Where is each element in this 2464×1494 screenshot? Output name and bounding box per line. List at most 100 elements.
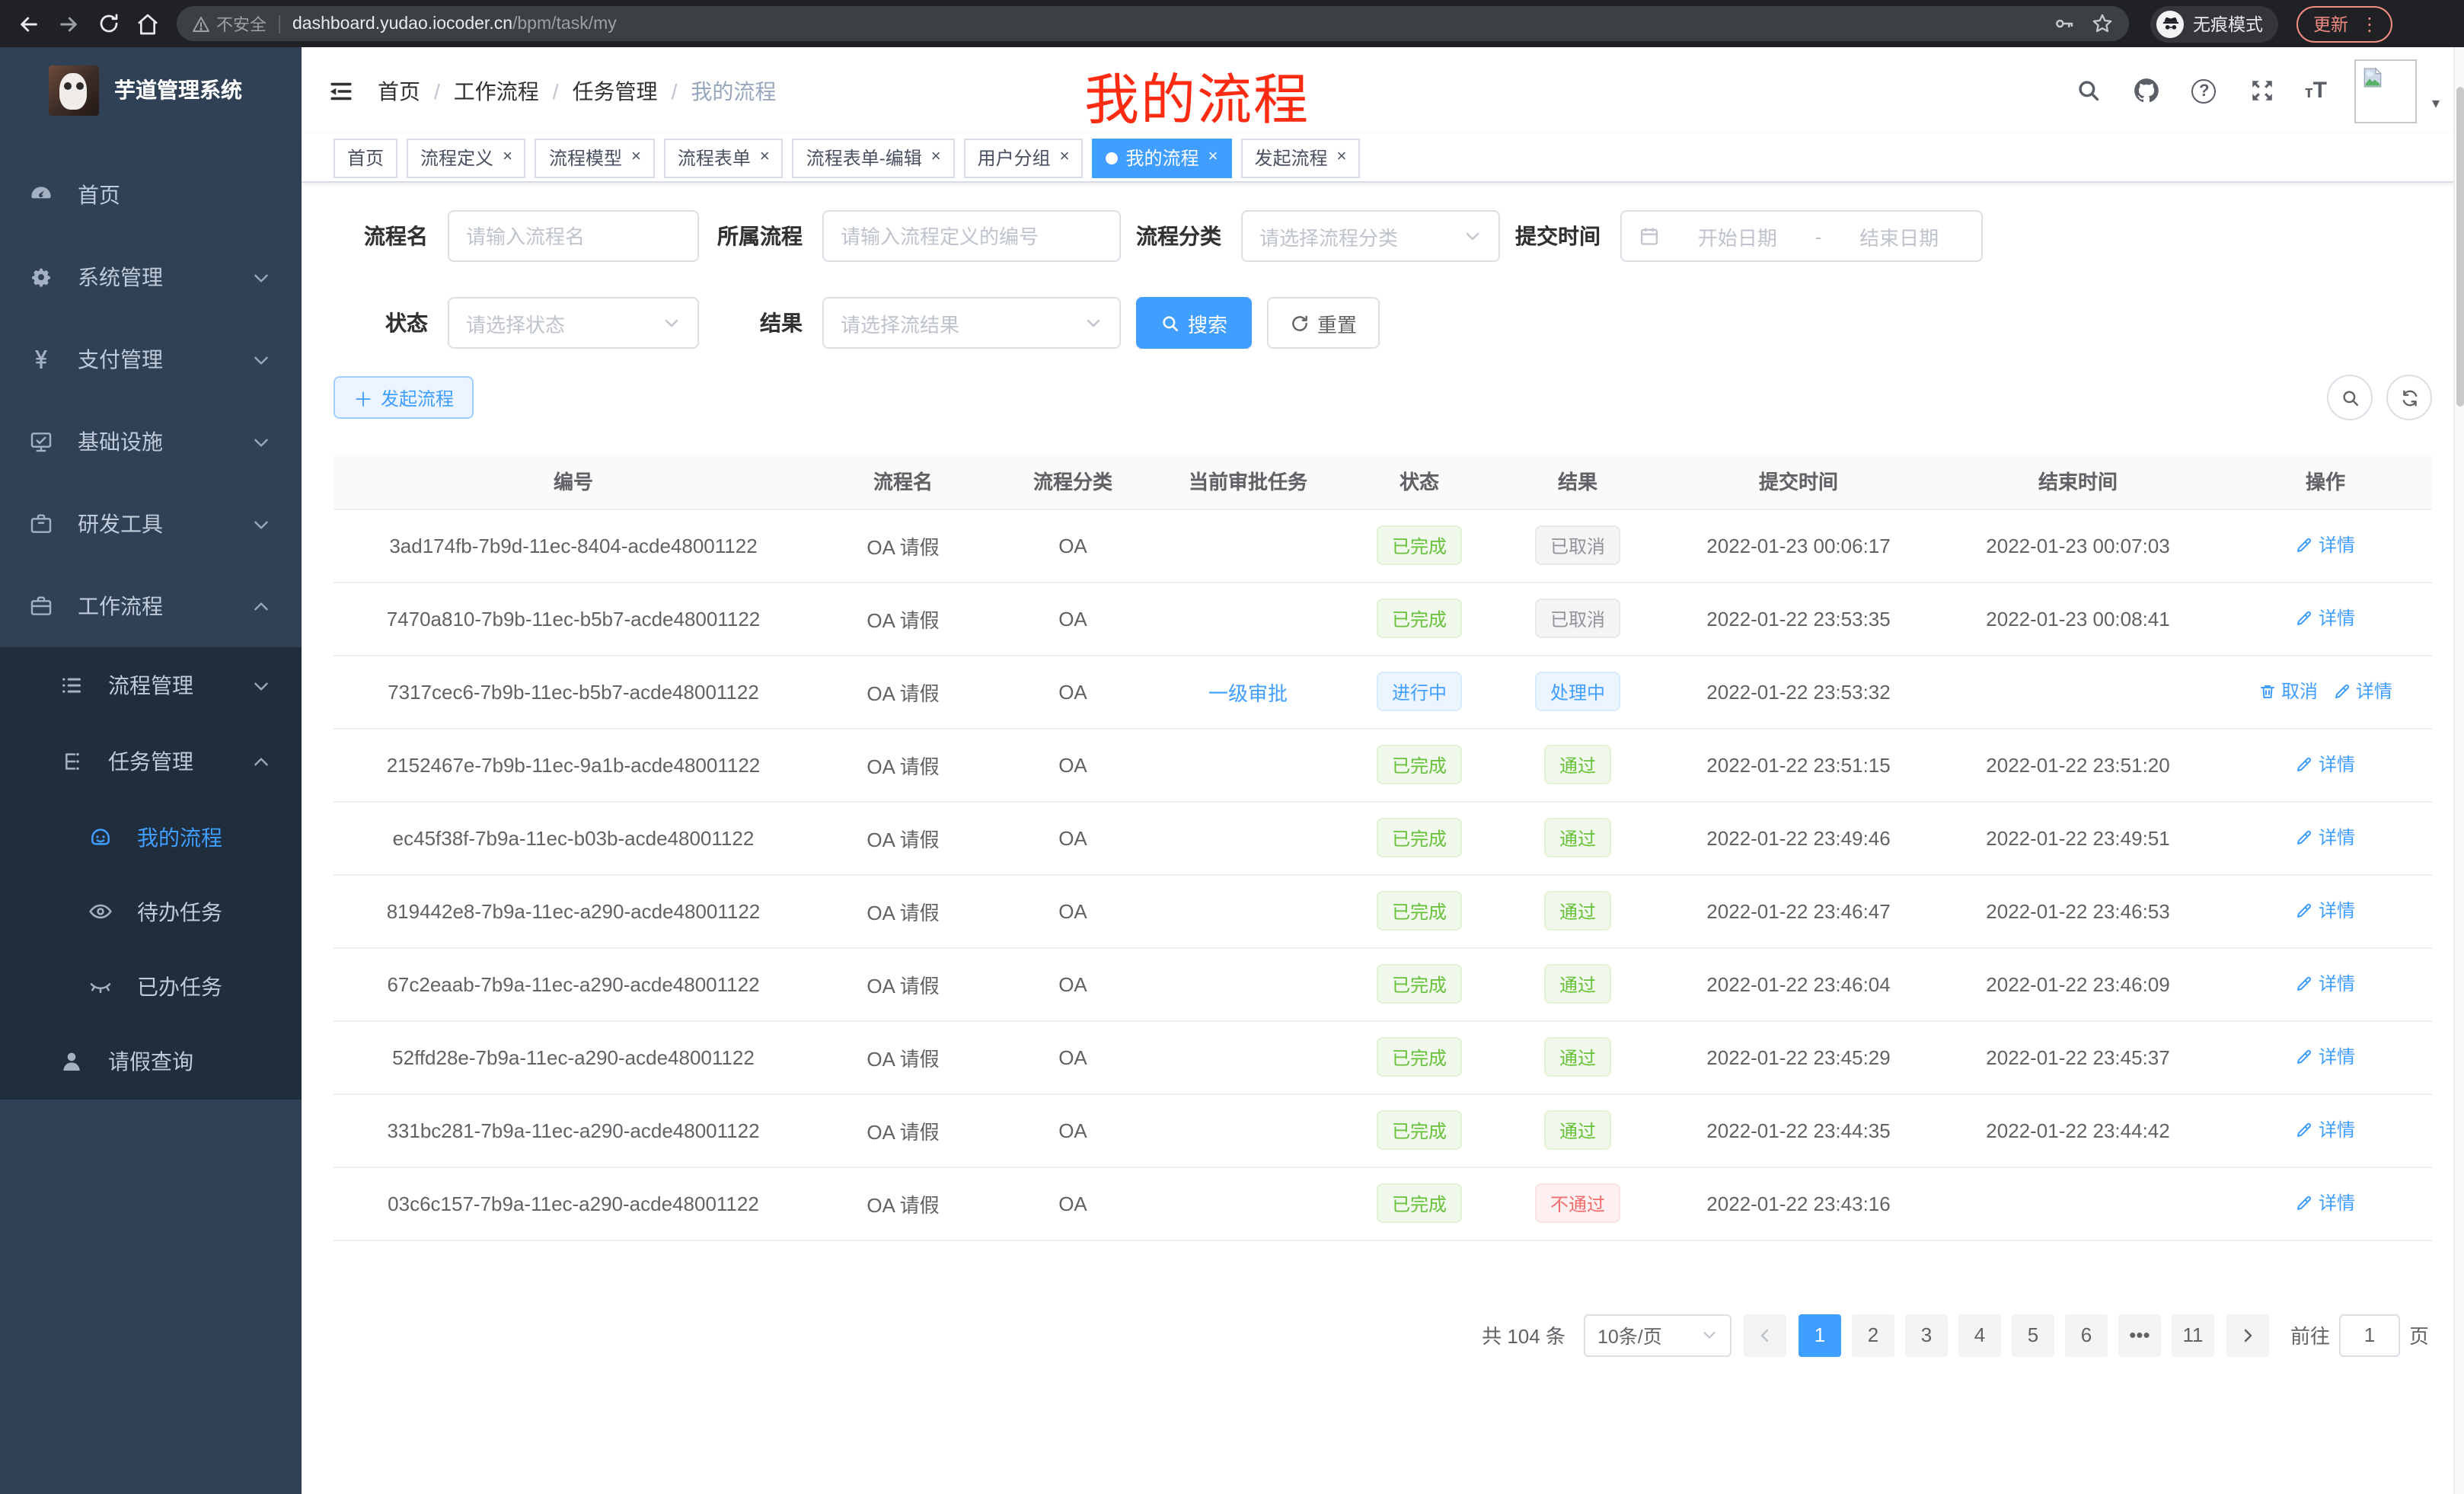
- detail-link[interactable]: 详情: [2296, 825, 2355, 851]
- page-button-3[interactable]: 3: [1905, 1314, 1948, 1356]
- github-icon[interactable]: [2131, 75, 2162, 106]
- cancel-link[interactable]: 取消: [2258, 678, 2318, 704]
- sidebar-item-11[interactable]: 已办任务: [0, 949, 302, 1023]
- page-button-11[interactable]: 11: [2172, 1314, 2214, 1356]
- tab-流程模型[interactable]: 流程模型×: [535, 138, 655, 177]
- filter-time-label: 提交时间: [1500, 221, 1601, 251]
- hamburger-icon[interactable]: [326, 75, 356, 106]
- page-size-select[interactable]: 10条/页: [1584, 1314, 1732, 1356]
- detail-link[interactable]: 详情: [2333, 678, 2392, 704]
- key-icon[interactable]: [2053, 12, 2076, 35]
- create-process-button[interactable]: ＋ 发起流程: [334, 376, 474, 419]
- update-button[interactable]: 更新 ⋮: [2296, 5, 2392, 42]
- not-secure-badge[interactable]: 不安全: [192, 11, 267, 36]
- home-icon[interactable]: [131, 7, 164, 40]
- tab-流程定义[interactable]: 流程定义×: [407, 138, 526, 177]
- tab-流程表单[interactable]: 流程表单×: [664, 138, 784, 177]
- submit-time-range[interactable]: 开始日期 - 结束日期: [1620, 210, 1983, 262]
- browser-menu-icon[interactable]: ⋮: [2360, 13, 2379, 34]
- sidebar-item-label: 系统管理: [78, 262, 251, 292]
- scrollbar-thumb[interactable]: [2456, 87, 2464, 407]
- cell-task: [1153, 582, 1343, 655]
- tab-发起流程[interactable]: 发起流程×: [1240, 138, 1360, 177]
- address-bar[interactable]: 不安全 dashboard.yudao.iocoder.cn/bpm/task/…: [177, 6, 2129, 41]
- sidebar-item-7[interactable]: 流程管理: [0, 647, 302, 723]
- forward-icon[interactable]: [52, 7, 85, 40]
- chevron-down-icon: [251, 675, 271, 695]
- sidebar-item-1[interactable]: 首页: [0, 154, 302, 236]
- close-icon[interactable]: ×: [1208, 149, 1218, 166]
- detail-link[interactable]: 详情: [2296, 1117, 2355, 1143]
- category-select[interactable]: 请选择流程分类: [1241, 210, 1500, 262]
- close-icon[interactable]: ×: [631, 149, 641, 166]
- status-select[interactable]: 请选择状态: [448, 297, 699, 349]
- process-id-input[interactable]: [822, 210, 1121, 262]
- sidebar-item-label: 我的流程: [137, 822, 302, 852]
- font-size-icon[interactable]: тT: [2305, 78, 2327, 104]
- avatar-caret-icon[interactable]: ▾: [2432, 96, 2440, 113]
- sidebar-item-8[interactable]: 任务管理: [0, 723, 302, 800]
- hide-search-button[interactable]: [2327, 375, 2373, 420]
- reset-button[interactable]: 重置: [1267, 297, 1380, 349]
- sidebar-item-10[interactable]: 待办任务: [0, 874, 302, 949]
- breadcrumb-item[interactable]: 工作流程: [454, 75, 539, 106]
- sidebar-item-4[interactable]: 基础设施: [0, 401, 302, 483]
- tab-用户分组[interactable]: 用户分组×: [964, 138, 1084, 177]
- table-row: 7470a810-7b9b-11ec-b5b7-acde48001122OA 请…: [334, 582, 2432, 655]
- cell-name: OA 请假: [813, 947, 993, 1020]
- page-button-5[interactable]: 5: [2012, 1314, 2054, 1356]
- search-button[interactable]: 搜索: [1136, 297, 1252, 349]
- close-icon[interactable]: ×: [503, 149, 512, 166]
- eye-closed-icon: [88, 974, 113, 998]
- url-text[interactable]: dashboard.yudao.iocoder.cn/bpm/task/my: [292, 14, 617, 33]
- detail-link[interactable]: 详情: [2296, 532, 2355, 558]
- close-icon[interactable]: ×: [931, 149, 941, 166]
- more-pages-button[interactable]: •••: [2118, 1314, 2161, 1356]
- sidebar-item-12[interactable]: 请假查询: [0, 1023, 302, 1100]
- close-icon[interactable]: ×: [760, 149, 770, 166]
- page-button-6[interactable]: 6: [2065, 1314, 2108, 1356]
- breadcrumb: 首页/工作流程/任务管理/我的流程: [378, 75, 776, 106]
- breadcrumb-item[interactable]: 任务管理: [573, 75, 658, 106]
- detail-link[interactable]: 详情: [2296, 752, 2355, 777]
- help-icon[interactable]: ?: [2189, 75, 2220, 106]
- sidebar-item-5[interactable]: 研发工具: [0, 483, 302, 565]
- tab-首页[interactable]: 首页: [334, 138, 397, 177]
- reload-icon[interactable]: [91, 7, 125, 40]
- page-button-2[interactable]: 2: [1852, 1314, 1894, 1356]
- fullscreen-icon[interactable]: [2247, 75, 2277, 106]
- sidebar-item-6[interactable]: 工作流程: [0, 565, 302, 647]
- back-icon[interactable]: [12, 7, 46, 40]
- close-icon[interactable]: ×: [1060, 149, 1070, 166]
- process-name-input[interactable]: [448, 210, 699, 262]
- result-select[interactable]: 请选择流结果: [822, 297, 1121, 349]
- task-link[interactable]: 一级审批: [1208, 677, 1288, 706]
- prev-page-button[interactable]: [1744, 1314, 1786, 1356]
- page-button-1[interactable]: 1: [1799, 1314, 1841, 1356]
- edit-icon: [2296, 1194, 2314, 1212]
- breadcrumb-item[interactable]: 首页: [378, 75, 420, 106]
- tab-流程表单-编辑[interactable]: 流程表单-编辑×: [793, 138, 955, 177]
- detail-link[interactable]: 详情: [2296, 898, 2355, 924]
- address-separator: [279, 14, 280, 33]
- header-search-icon[interactable]: [2073, 75, 2104, 106]
- sidebar-item-9[interactable]: 我的流程: [0, 800, 302, 874]
- window-scrollbar[interactable]: [2453, 47, 2464, 1494]
- detail-link[interactable]: 详情: [2296, 1044, 2355, 1070]
- refresh-table-button[interactable]: [2386, 375, 2432, 420]
- detail-link[interactable]: 详情: [2296, 1190, 2355, 1216]
- sidebar-item-3[interactable]: 支付管理: [0, 318, 302, 401]
- cell-task: [1153, 874, 1343, 947]
- next-page-button[interactable]: [2226, 1314, 2269, 1356]
- detail-link[interactable]: 详情: [2296, 605, 2355, 631]
- goto-page-input[interactable]: [2339, 1314, 2400, 1356]
- app-logo[interactable]: 芋道管理系统: [0, 47, 302, 132]
- sidebar-item-2[interactable]: 系统管理: [0, 236, 302, 318]
- page-button-4[interactable]: 4: [1958, 1314, 2001, 1356]
- close-icon[interactable]: ×: [1336, 149, 1346, 166]
- monitor-icon: [29, 429, 53, 454]
- avatar[interactable]: [2354, 59, 2417, 123]
- bookmark-star-icon[interactable]: [2091, 12, 2114, 35]
- tab-我的流程[interactable]: 我的流程×: [1093, 138, 1232, 177]
- detail-link[interactable]: 详情: [2296, 971, 2355, 997]
